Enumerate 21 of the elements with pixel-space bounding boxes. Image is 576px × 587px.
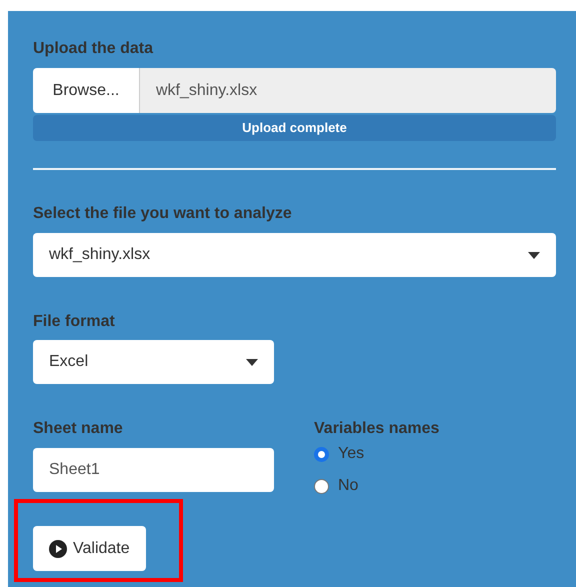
radio-label[interactable]: No bbox=[338, 474, 358, 498]
file-name-field: wkf_shiny.xlsx bbox=[140, 68, 556, 113]
play-icon bbox=[49, 540, 67, 558]
radio-label[interactable]: Yes bbox=[338, 442, 364, 466]
progress-text: Upload complete bbox=[241, 119, 348, 137]
caret-icon bbox=[528, 252, 540, 258]
field-label: Upload the data bbox=[33, 39, 154, 57]
field-label: Sheet name bbox=[33, 419, 124, 437]
dropdown-value: Excel bbox=[49, 352, 88, 372]
dropdown-value: wkf_shiny.xlsx bbox=[49, 245, 150, 265]
validate-button[interactable]: Validate bbox=[33, 526, 146, 571]
sheet-name-field[interactable]: Sheet1 bbox=[33, 448, 274, 492]
radio-button[interactable] bbox=[314, 446, 329, 462]
file-format-dropdown[interactable]: Excel bbox=[33, 340, 274, 384]
field-label: File format bbox=[33, 312, 116, 330]
browse-button[interactable]: Browse... bbox=[33, 68, 140, 113]
field-label: Variables names bbox=[314, 419, 440, 437]
radio-button[interactable] bbox=[314, 478, 329, 494]
field-label: Select the file you want to analyze bbox=[33, 204, 293, 222]
file-select-dropdown[interactable]: wkf_shiny.xlsx bbox=[33, 233, 556, 277]
caret-icon bbox=[246, 358, 258, 366]
